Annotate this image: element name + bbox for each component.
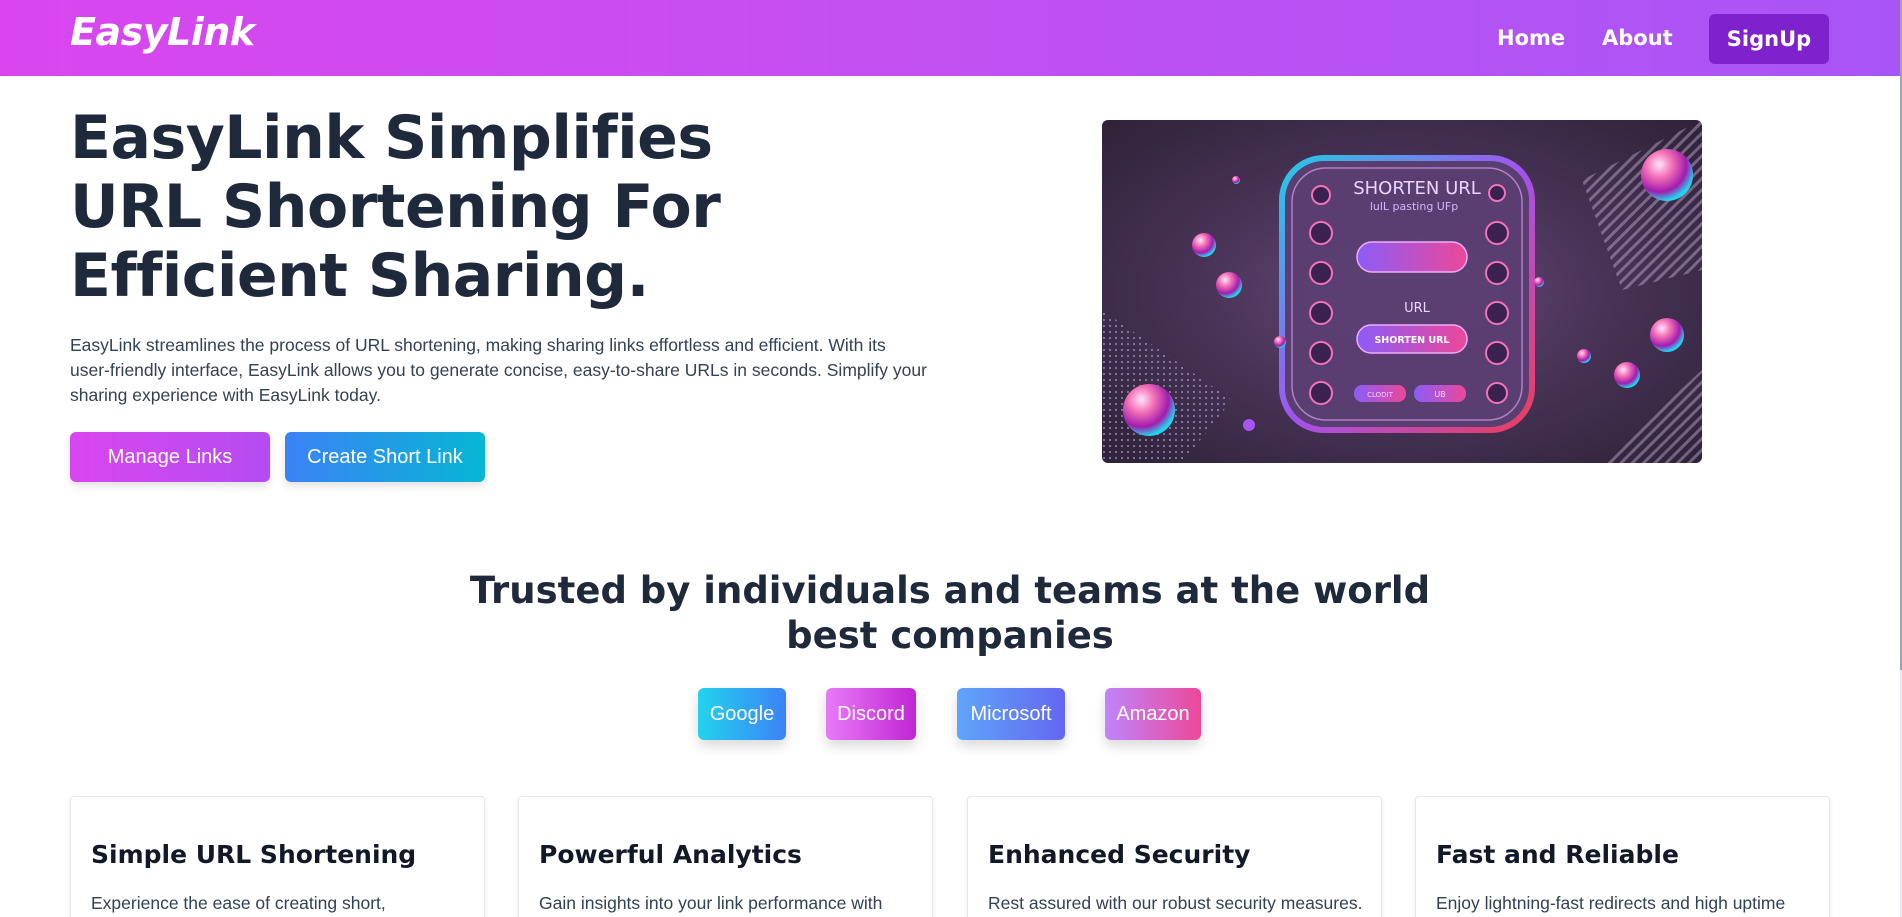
manage-links-button[interactable]: Manage Links [70, 432, 270, 482]
hero-title: EasyLink Simplifies URL Shortening For E… [70, 103, 721, 311]
trusted-title: Trusted by individuals and teams at the … [469, 569, 1431, 657]
company-badge-discord: Discord [826, 688, 916, 740]
navbar: EasyLink Home About SignUp [0, 0, 1900, 76]
feature-card-security: Enhanced Security Rest assured with our … [967, 796, 1382, 917]
nav-link-about[interactable]: About [1602, 26, 1673, 50]
feature-card-title: Powerful Analytics [539, 840, 802, 869]
company-badge-amazon: Amazon [1105, 688, 1201, 740]
feature-card-title: Enhanced Security [988, 840, 1251, 869]
image-small-button-2: UB [1434, 390, 1445, 399]
image-shorten-button-label: SHORTEN URL [1374, 335, 1449, 346]
feature-card-reliable: Fast and Reliable Enjoy lightning-fast r… [1415, 796, 1830, 917]
company-badge-microsoft: Microsoft [957, 688, 1065, 740]
feature-card-title: Simple URL Shortening [91, 840, 417, 869]
image-url-label: URL [1404, 301, 1431, 316]
hero-description: EasyLink streamlines the process of URL … [70, 335, 927, 405]
create-short-link-button[interactable]: Create Short Link [285, 432, 485, 482]
feature-card-text: Enjoy lightning-fast redirects and high … [1436, 893, 1786, 913]
company-badge-google: Google [698, 688, 786, 740]
image-small-button-1: CLODIT [1367, 391, 1394, 399]
nav-link-home[interactable]: Home [1497, 26, 1565, 50]
image-heading-text: SHORTEN URL [1353, 178, 1481, 199]
feature-card-text: Rest assured with our robust security me… [988, 893, 1363, 913]
signup-button[interactable]: SignUp [1709, 14, 1829, 64]
feature-card-simple: Simple URL Shortening Experience the eas… [70, 796, 485, 917]
hero-illustration: SHORTEN URL lulL pasting UFp URL SHORTEN… [1102, 120, 1702, 463]
feature-card-analytics: Powerful Analytics Gain insights into yo… [518, 796, 933, 917]
feature-card-text: Experience the ease of creating short, [91, 893, 386, 913]
image-subheading-text: lulL pasting UFp [1370, 200, 1458, 213]
feature-card-text: Gain insights into your link performance… [539, 893, 883, 913]
feature-card-title: Fast and Reliable [1436, 840, 1679, 869]
brand-logo[interactable]: EasyLink [70, 10, 255, 54]
